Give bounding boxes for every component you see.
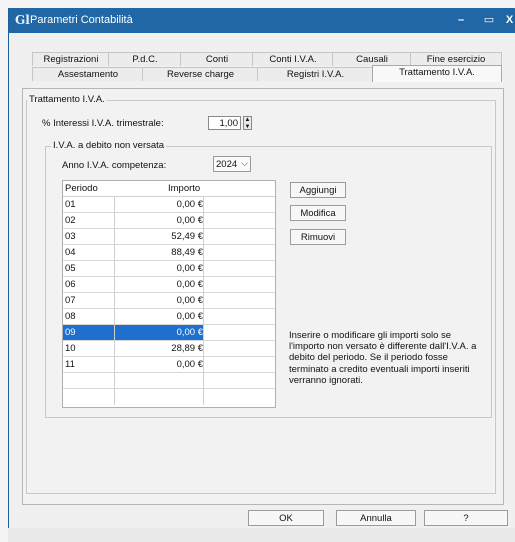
tab-trattamento-iva[interactable]: Trattamento I.V.A. <box>372 65 502 82</box>
cell-periodo: 10 <box>65 343 76 354</box>
table-row-selected[interactable]: 09 0,00 € <box>63 325 275 341</box>
modifica-button[interactable]: Modifica <box>290 205 346 221</box>
help-button[interactable]: ? <box>424 510 508 526</box>
cell-importo: 88,49 € <box>171 247 203 258</box>
table-row[interactable]: 03 52,49 € <box>63 229 275 245</box>
cell-periodo: 05 <box>65 263 76 274</box>
window-bottom-edge <box>8 528 515 542</box>
table-row[interactable]: 06 0,00 € <box>63 277 275 293</box>
tab-conti-iva[interactable]: Conti I.V.A. <box>252 52 334 66</box>
cell-periodo: 06 <box>65 279 76 290</box>
table-row[interactable]: 11 0,00 € <box>63 357 275 373</box>
cell-periodo: 11 <box>65 359 75 370</box>
anno-select[interactable]: 2024 ⌵ <box>213 156 251 172</box>
cell-importo: 0,00 € <box>176 359 203 370</box>
cell-importo: 0,00 € <box>176 215 203 226</box>
cell-periodo: 01 <box>65 199 76 210</box>
column-header-periodo[interactable]: Periodo <box>65 183 98 194</box>
group-trattamento-iva-label: Trattamento I.V.A. <box>27 94 107 105</box>
group-debito-label: I.V.A. a debito non versata <box>51 140 167 151</box>
cell-importo: 0,00 € <box>176 279 203 290</box>
window-title: Parametri Contabilità <box>30 14 133 26</box>
maximize-button[interactable]: ▭ <box>475 10 503 30</box>
table-row[interactable]: 05 0,00 € <box>63 261 275 277</box>
help-note: Inserire o modificare gli importi solo s… <box>289 330 477 386</box>
cell-importo: 0,00 € <box>176 327 203 338</box>
cell-importo: 0,00 € <box>176 295 203 306</box>
cell-periodo: 07 <box>65 295 76 306</box>
tab-conti[interactable]: Conti <box>180 52 254 66</box>
rimuovi-button[interactable]: Rimuovi <box>290 229 346 245</box>
tab-assestamento[interactable]: Assestamento <box>32 67 144 81</box>
cell-periodo: 04 <box>65 247 76 258</box>
cell-periodo: 09 <box>65 327 76 338</box>
table-row[interactable]: 08 0,00 € <box>63 309 275 325</box>
cell-importo: 28,89 € <box>171 343 203 354</box>
cell-importo: 0,00 € <box>176 311 203 322</box>
interessi-spinner[interactable]: ▲ ▼ <box>243 116 252 130</box>
table-row-empty[interactable] <box>63 373 275 389</box>
minimize-button[interactable]: – <box>447 10 475 30</box>
table-row[interactable]: 01 0,00 € <box>63 197 275 213</box>
tab-fine-esercizio[interactable]: Fine esercizio <box>410 52 502 66</box>
anno-value: 2024 <box>216 159 238 170</box>
tab-strip: Registrazioni P.d.C. Conti Conti I.V.A. … <box>22 28 502 82</box>
cell-importo: 52,49 € <box>171 231 203 242</box>
cell-importo: 0,00 € <box>176 199 203 210</box>
tab-registrazioni[interactable]: Registrazioni <box>32 52 110 66</box>
cell-periodo: 02 <box>65 215 76 226</box>
importi-table[interactable]: Periodo Importo 01 0,00 € 02 0,00 € 03 5… <box>62 180 276 408</box>
interessi-input[interactable]: 1,00 <box>208 116 241 130</box>
table-row[interactable]: 10 28,89 € <box>63 341 275 357</box>
annulla-button[interactable]: Annulla <box>336 510 416 526</box>
app-logo-icon: Gl <box>15 13 30 27</box>
tab-pdc[interactable]: P.d.C. <box>108 52 182 66</box>
cell-importo: 0,00 € <box>176 263 203 274</box>
table-row[interactable]: 02 0,00 € <box>63 213 275 229</box>
close-button[interactable]: X <box>503 10 515 30</box>
cell-periodo: 08 <box>65 311 76 322</box>
interessi-label: % Interessi I.V.A. trimestrale: <box>42 118 164 129</box>
table-row[interactable]: 04 88,49 € <box>63 245 275 261</box>
anno-label: Anno I.V.A. competenza: <box>62 160 167 171</box>
tab-causali[interactable]: Causali <box>332 52 412 66</box>
cell-periodo: 03 <box>65 231 76 242</box>
tab-reverse-charge[interactable]: Reverse charge <box>142 67 259 81</box>
table-row-empty[interactable] <box>63 389 275 405</box>
chevron-down-icon: ⌵ <box>241 158 248 168</box>
tab-registri-iva[interactable]: Registri I.V.A. <box>257 67 374 81</box>
column-header-importo[interactable]: Importo <box>168 183 200 194</box>
ok-button[interactable]: OK <box>248 510 324 526</box>
table-row[interactable]: 07 0,00 € <box>63 293 275 309</box>
aggiungi-button[interactable]: Aggiungi <box>290 182 346 198</box>
